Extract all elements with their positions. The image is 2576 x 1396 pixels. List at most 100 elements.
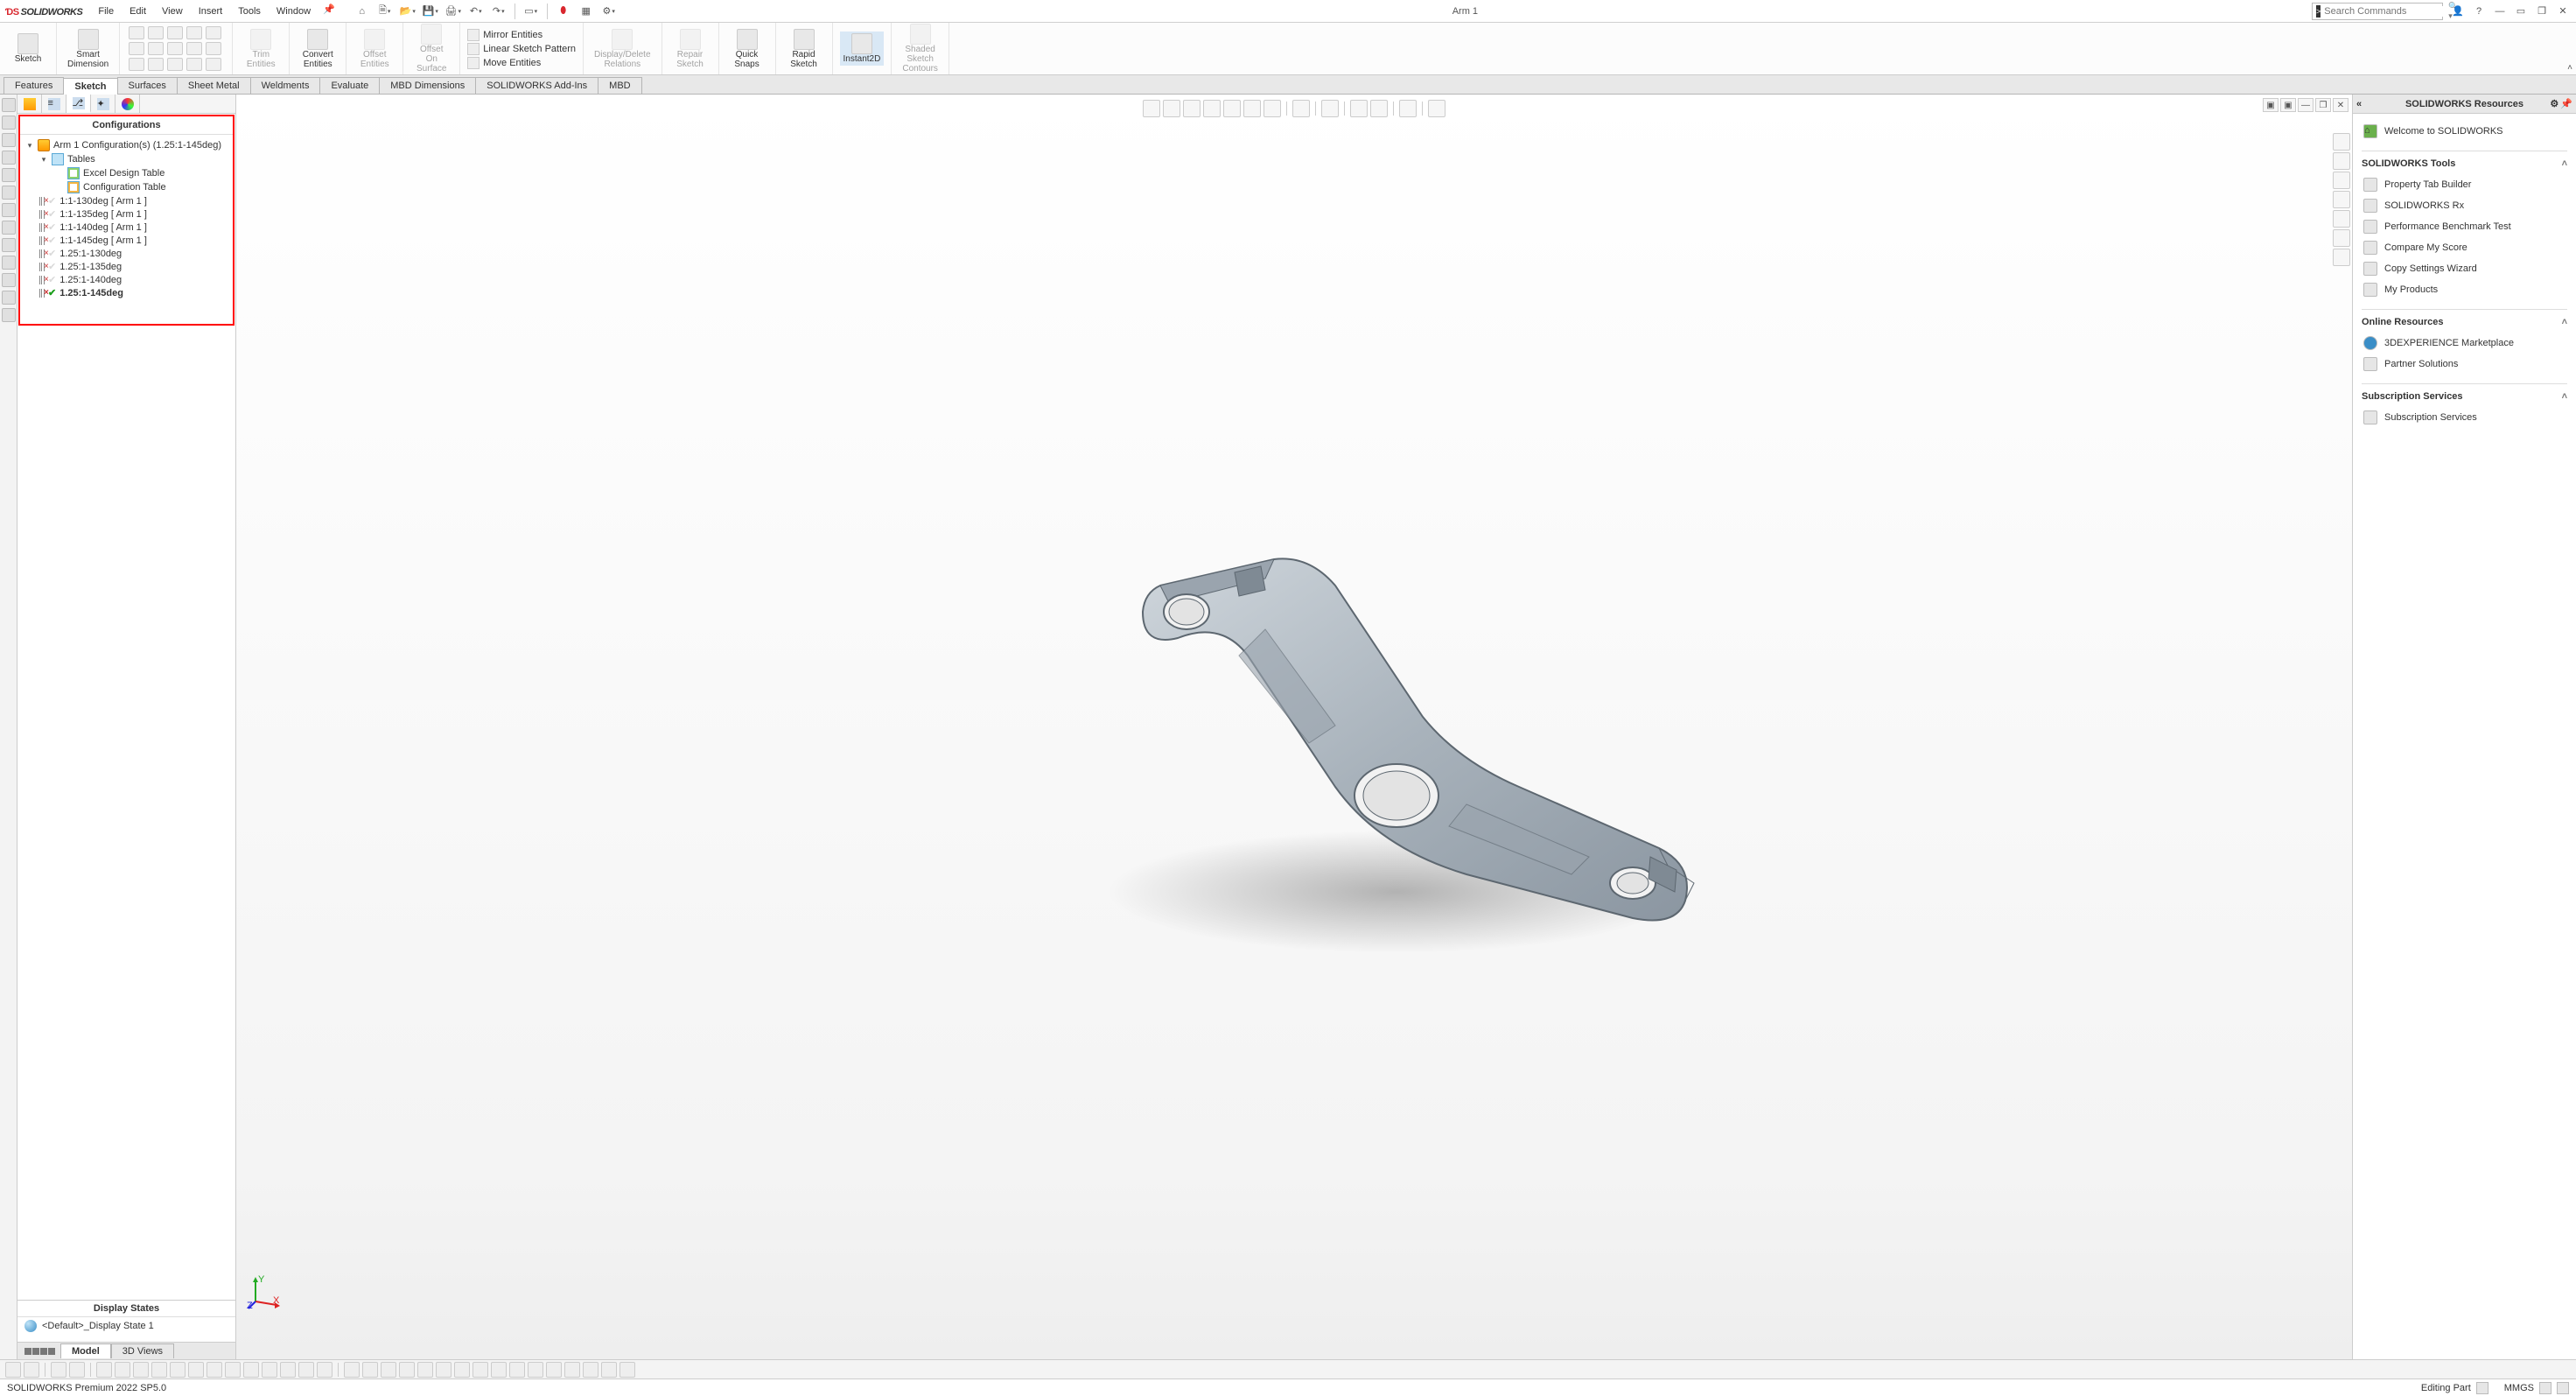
command-search[interactable]: > 🔍▾	[2312, 3, 2443, 20]
view-tool-icon[interactable]	[1370, 100, 1388, 117]
tools-section-header[interactable]: SOLIDWORKS Tools˄	[2362, 157, 2567, 174]
bottom-tool-icon[interactable]	[298, 1362, 314, 1378]
expand-icon[interactable]: ▾	[25, 141, 34, 151]
view-tool-icon[interactable]	[1143, 100, 1160, 117]
config-item[interactable]: 1.25:1-130deg	[60, 249, 122, 259]
config-item[interactable]: 1:1-135deg [ Arm 1 ]	[60, 209, 147, 220]
taskpane-tab-icon[interactable]	[2333, 191, 2350, 208]
bottom-tool-icon[interactable]	[115, 1362, 130, 1378]
open-button[interactable]: 📂	[398, 2, 417, 21]
pin-icon[interactable]: 📌	[323, 4, 335, 19]
view-tool-icon[interactable]	[1183, 100, 1200, 117]
user-button[interactable]: 👤	[2450, 4, 2466, 19]
tab-features[interactable]: Features	[4, 77, 64, 94]
taskpane-pin-icon[interactable]: 📌	[2560, 98, 2572, 109]
bottom-tool-icon[interactable]	[188, 1362, 204, 1378]
status-icon[interactable]	[2557, 1382, 2569, 1394]
taskpane-options-icon[interactable]: ⚙	[2550, 98, 2558, 109]
rail-icon[interactable]	[2, 221, 16, 235]
taskpane-tab-icon[interactable]	[2333, 210, 2350, 228]
configuration-manager-tab[interactable]: ⎇	[66, 95, 91, 113]
rapid-sketch-button[interactable]: Rapid Sketch	[783, 27, 825, 71]
graphics-viewport[interactable]: ▣ ▣ — ❐ ✕	[236, 95, 2352, 1359]
viewport-maximize[interactable]: ❐	[2315, 98, 2331, 112]
bottom-tool-icon[interactable]	[417, 1362, 433, 1378]
subscription-section-header[interactable]: Subscription Services˄	[2362, 389, 2567, 407]
linear-pattern-button[interactable]: Linear Sketch Pattern	[467, 43, 576, 55]
marketplace-link[interactable]: 3DEXPERIENCE Marketplace	[2362, 333, 2567, 354]
bottom-tool-icon[interactable]	[381, 1362, 396, 1378]
bottom-tool-icon[interactable]	[243, 1362, 259, 1378]
bottom-tool-icon[interactable]	[96, 1362, 112, 1378]
tab-surfaces[interactable]: Surfaces	[117, 77, 178, 94]
tab-nav-icons[interactable]	[24, 1348, 55, 1355]
taskpane-tab-icon[interactable]	[2333, 133, 2350, 151]
model-tab[interactable]: Model	[60, 1343, 111, 1358]
mirror-entities-button[interactable]: Mirror Entities	[467, 29, 576, 41]
view-tool-icon[interactable]	[1428, 100, 1446, 117]
bottom-tool-icon[interactable]	[24, 1362, 39, 1378]
sketch-button[interactable]: Sketch	[7, 32, 49, 66]
benchmark-link[interactable]: Performance Benchmark Test	[2362, 216, 2567, 237]
compare-score-link[interactable]: Compare My Score	[2362, 237, 2567, 258]
home-button[interactable]: ⌂	[353, 2, 372, 21]
instant2d-button[interactable]: Instant2D	[840, 32, 885, 66]
partner-solutions-link[interactable]: Partner Solutions	[2362, 354, 2567, 375]
move-entities-button[interactable]: Move Entities	[467, 57, 576, 69]
bottom-tool-icon[interactable]	[620, 1362, 635, 1378]
status-units[interactable]: MMGS	[2504, 1383, 2534, 1393]
menu-window[interactable]: Window	[270, 4, 318, 19]
bottom-tool-icon[interactable]	[344, 1362, 360, 1378]
status-icon[interactable]	[2539, 1382, 2552, 1394]
display-delete-relations-button[interactable]: Display/Delete Relations	[591, 27, 654, 71]
config-item[interactable]: 1.25:1-135deg	[60, 262, 122, 272]
bottom-tool-icon[interactable]	[133, 1362, 149, 1378]
bottom-tool-icon[interactable]	[399, 1362, 415, 1378]
help-button[interactable]: ?	[2471, 4, 2487, 19]
taskpane-tab-icon[interactable]	[2333, 152, 2350, 170]
view-tool-icon[interactable]	[1203, 100, 1221, 117]
config-item[interactable]: 1:1-140deg [ Arm 1 ]	[60, 222, 147, 233]
rail-icon[interactable]	[2, 308, 16, 322]
menu-edit[interactable]: Edit	[122, 4, 153, 19]
tab-evaluate[interactable]: Evaluate	[319, 77, 380, 94]
bottom-tool-icon[interactable]	[472, 1362, 488, 1378]
status-icon[interactable]	[2476, 1382, 2488, 1394]
orientation-triad[interactable]: Y X Z	[247, 1275, 282, 1310]
rebuild-button[interactable]: ⬮	[554, 2, 573, 21]
select-button[interactable]: ▭	[522, 2, 541, 21]
display-manager-tab[interactable]	[116, 95, 140, 113]
redo-button[interactable]: ↷	[489, 2, 508, 21]
bottom-tool-icon[interactable]	[601, 1362, 617, 1378]
feature-manager-tab[interactable]	[18, 95, 42, 113]
bottom-tool-icon[interactable]	[225, 1362, 241, 1378]
taskpane-tab-icon[interactable]	[2333, 229, 2350, 247]
welcome-link[interactable]: ⌂Welcome to SOLIDWORKS	[2362, 121, 2567, 142]
viewport-close[interactable]: ✕	[2333, 98, 2348, 112]
view-tool-icon[interactable]	[1223, 100, 1241, 117]
search-input[interactable]	[2324, 6, 2448, 17]
bottom-tool-icon[interactable]	[206, 1362, 222, 1378]
sketch-entities-grid[interactable]	[127, 25, 225, 74]
my-products-link[interactable]: My Products	[2362, 279, 2567, 300]
offset-on-surface-button[interactable]: Offset On Surface	[410, 22, 452, 75]
tab-sketch[interactable]: Sketch	[63, 78, 117, 95]
bottom-tool-icon[interactable]	[170, 1362, 186, 1378]
subscription-services-link[interactable]: Subscription Services	[2362, 407, 2567, 428]
save-button[interactable]: 💾	[421, 2, 440, 21]
new-button[interactable]: 🗎	[375, 2, 395, 21]
quick-snaps-button[interactable]: Quick Snaps	[726, 27, 768, 71]
config-item[interactable]: 1:1-130deg [ Arm 1 ]	[60, 196, 147, 207]
bottom-tool-icon[interactable]	[280, 1362, 296, 1378]
dimxpert-manager-tab[interactable]: ✦	[91, 95, 116, 113]
trim-entities-button[interactable]: Trim Entities	[240, 27, 282, 71]
bottom-tool-icon[interactable]	[564, 1362, 580, 1378]
view-tool-icon[interactable]	[1350, 100, 1368, 117]
bottom-tool-icon[interactable]	[362, 1362, 378, 1378]
taskpane-tab-icon[interactable]	[2333, 172, 2350, 189]
rail-icon[interactable]	[2, 133, 16, 147]
bottom-tool-icon[interactable]	[583, 1362, 598, 1378]
minimize-button[interactable]: —	[2492, 4, 2508, 19]
property-tab-builder-link[interactable]: Property Tab Builder	[2362, 174, 2567, 195]
taskpane-collapse-icon[interactable]: «	[2356, 99, 2362, 109]
